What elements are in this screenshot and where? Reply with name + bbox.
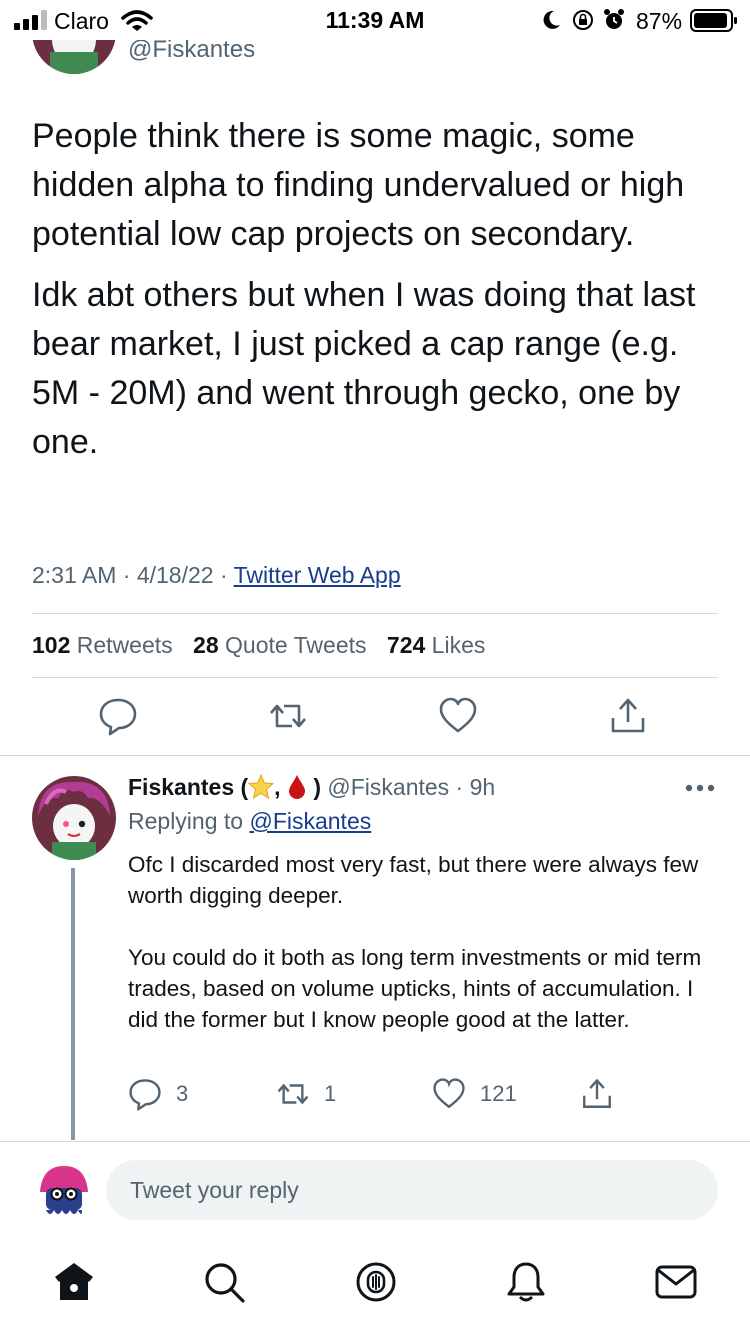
divider (32, 613, 718, 614)
reply-header: Fiskantes (, ) @Fiskantes · 9h (128, 773, 495, 801)
tweet-timestamp: 2:31 AM · 4/18/22 · (32, 562, 234, 588)
drop-emoji-icon (288, 775, 305, 799)
reply-retweet-button[interactable]: 1 (276, 1074, 336, 1114)
alarm-icon (604, 9, 624, 29)
battery-icon (690, 9, 737, 32)
reply-author-name[interactable]: Fiskantes (, ) (128, 773, 321, 800)
share-icon (583, 1078, 611, 1108)
thread-line (71, 868, 75, 1140)
tweet-stats: 102 Retweets 28 Quote Tweets 724 Likes (32, 632, 499, 659)
rotation-lock-icon (573, 10, 593, 30)
tweet-source-link[interactable]: Twitter Web App (234, 562, 401, 588)
reply-icon (129, 1079, 161, 1111)
quotes-label: Quote Tweets (225, 632, 367, 658)
share-icon[interactable] (608, 696, 648, 736)
tweet-body: People think there is some magic, some h… (32, 112, 722, 479)
retweet-icon[interactable] (268, 696, 308, 736)
likes-stat[interactable]: 724 Likes (387, 632, 485, 658)
bottom-nav (0, 1248, 750, 1334)
quote-tweets-stat[interactable]: 28 Quote Tweets (193, 632, 366, 658)
notifications-icon[interactable] (504, 1260, 548, 1304)
likes-count: 724 (386, 632, 426, 658)
reply-name-text: Fiskantes ( (128, 774, 249, 800)
divider (0, 1141, 750, 1142)
like-icon (433, 1078, 465, 1109)
replying-to: Replying to @Fiskantes (128, 808, 371, 835)
reply-reply-button[interactable]: 3 (128, 1074, 188, 1114)
divider (0, 755, 750, 756)
spaces-icon[interactable] (354, 1260, 398, 1304)
reply-retweet-count: 1 (324, 1081, 337, 1106)
reply-share-button[interactable] (580, 1074, 628, 1114)
reply-actions: 3 1 121 (128, 1074, 728, 1114)
reply-name-sep: , (274, 774, 281, 800)
reply-handle-time[interactable]: @Fiskantes · 9h (327, 774, 495, 800)
reply-like-count: 121 (480, 1081, 517, 1106)
tweet-paragraph: Idk abt others but when I was doing that… (32, 276, 696, 461)
home-icon[interactable] (52, 1260, 96, 1304)
tweet-actions (0, 696, 750, 740)
status-bar: Claro 11:39 AM 87% (0, 0, 750, 40)
replying-to-link[interactable]: @Fiskantes (249, 808, 371, 834)
battery-percent: 87% (636, 8, 683, 34)
retweet-icon (277, 1083, 309, 1105)
replying-prefix: Replying to (128, 808, 250, 834)
quotes-count: 28 (193, 632, 219, 658)
reply-paragraph: Ofc I discarded most very fast, but ther… (128, 852, 699, 908)
tweet-meta: 2:31 AM · 4/18/22 · Twitter Web App (32, 562, 401, 589)
reply-name-end: ) (313, 774, 321, 800)
reply-input-placeholder: Tweet your reply (130, 1176, 299, 1203)
author-handle[interactable]: @Fiskantes (128, 36, 255, 64)
reply-body: Ofc I discarded most very fast, but ther… (128, 849, 718, 1066)
more-options-icon[interactable] (684, 778, 716, 798)
star-emoji-icon (247, 773, 275, 800)
retweets-count: 102 (32, 632, 71, 658)
reply-input[interactable]: Tweet your reply (106, 1160, 718, 1220)
tweet-paragraph: People think there is some magic, some h… (32, 117, 685, 253)
search-icon[interactable] (202, 1260, 246, 1304)
reply-reply-count: 3 (176, 1081, 189, 1106)
likes-label: Likes (431, 632, 486, 658)
reply-author-avatar[interactable] (32, 776, 116, 860)
reply-paragraph: You could do it both as long term invest… (128, 945, 702, 1032)
divider (32, 677, 718, 678)
retweets-label: Retweets (76, 632, 173, 658)
messages-icon[interactable] (654, 1260, 698, 1304)
my-avatar[interactable] (32, 1158, 96, 1222)
like-icon[interactable] (438, 696, 478, 736)
reply-like-button[interactable]: 121 (432, 1074, 517, 1114)
do-not-disturb-icon (543, 10, 560, 29)
reply-icon[interactable] (98, 696, 138, 736)
retweets-stat[interactable]: 102 Retweets (32, 632, 173, 658)
